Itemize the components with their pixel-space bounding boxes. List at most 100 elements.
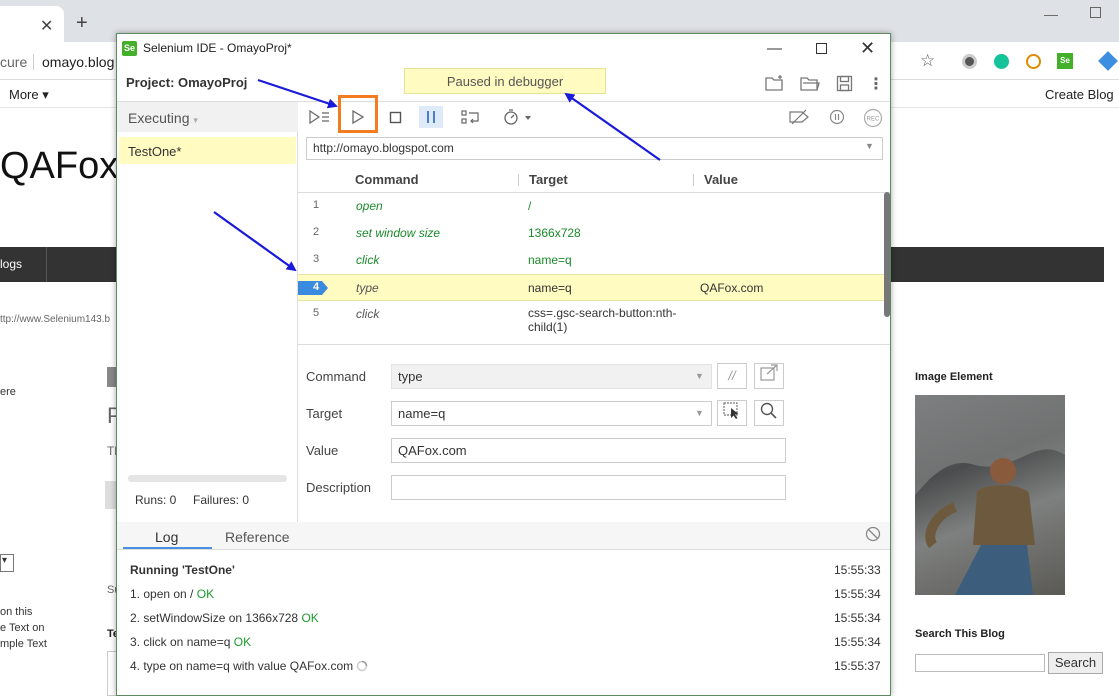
- table-row[interactable]: 5 click css=.gsc-search-button:nth- chil…: [298, 301, 886, 337]
- project-name[interactable]: Project: OmayoProj: [126, 75, 247, 90]
- chevron-down-icon[interactable]: ▼: [865, 141, 874, 151]
- search-icon: [760, 402, 777, 419]
- selenium-ide-window: Se Selenium IDE - OmayoProj* — ✕ Project…: [116, 33, 891, 696]
- log-entry-status: OK: [196, 587, 215, 601]
- pause-icon: [427, 111, 435, 123]
- grammarly-icon[interactable]: [994, 54, 1009, 69]
- chevron-down-icon: ▼: [695, 371, 704, 381]
- row-command: set window size: [356, 226, 441, 240]
- bookmark-star-icon[interactable]: ☆: [920, 51, 935, 71]
- clear-log-icon[interactable]: [865, 526, 881, 547]
- row-value: QAFox.com: [700, 281, 764, 295]
- log-timestamp: 15:55:34: [834, 587, 881, 601]
- ide-window-title: Selenium IDE - OmayoProj*: [143, 41, 292, 55]
- security-indicator[interactable]: cure: [0, 54, 27, 70]
- more-options-icon[interactable]: ⋮: [868, 74, 884, 94]
- photo-illustration: [915, 395, 1065, 595]
- blog-search-button[interactable]: Search: [1048, 652, 1103, 674]
- loading-spinner-icon: [357, 660, 368, 672]
- failures-count: Failures: 0: [193, 493, 250, 507]
- ide-maximize-icon[interactable]: [816, 43, 827, 54]
- nav-divider: [46, 247, 47, 282]
- speed-icon[interactable]: [503, 109, 533, 128]
- stop-icon[interactable]: [389, 111, 403, 128]
- log-entry-text: 1. open on /: [130, 587, 197, 601]
- column-header-command: Command: [355, 172, 419, 187]
- browser-tab[interactable]: [0, 6, 64, 42]
- table-row[interactable]: 1 open /: [298, 193, 886, 220]
- browser-minimize-icon[interactable]: —: [1044, 6, 1058, 22]
- selenium-extension-icon[interactable]: Se: [1057, 53, 1073, 69]
- table-row[interactable]: 3 click name=q: [298, 247, 886, 274]
- play-icon[interactable]: [350, 109, 366, 128]
- run-all-icon[interactable]: [309, 109, 331, 128]
- tab-reference[interactable]: Reference: [225, 529, 290, 545]
- command-table-scrollbar[interactable]: [884, 192, 890, 317]
- table-row[interactable]: 2 set window size 1366x728: [298, 220, 886, 247]
- select-target-button[interactable]: [717, 400, 747, 426]
- open-reference-button[interactable]: [754, 363, 784, 389]
- log-entry: 1. open on / OK: [130, 587, 214, 601]
- target-field-value: name=q: [398, 406, 446, 421]
- column-divider: [693, 174, 694, 186]
- create-blog-link[interactable]: Create Blog: [1045, 87, 1114, 102]
- page-url-text: ttp://www.Selenium143.b: [0, 314, 111, 325]
- search-blog-heading: Search This Blog: [915, 628, 1005, 640]
- more-menu[interactable]: More ▾: [9, 87, 49, 103]
- page-dropdown[interactable]: ▾: [0, 554, 14, 572]
- log-timestamp: 15:55:34: [834, 635, 881, 649]
- paused-status-banner: Paused in debugger: [404, 68, 606, 94]
- table-row-paused[interactable]: 4 type name=q QAFox.com: [298, 274, 886, 301]
- site-title: QAFox: [0, 145, 119, 187]
- new-tab-icon[interactable]: +: [76, 12, 88, 35]
- row-target: css=.gsc-search-button:nth-: [528, 306, 677, 320]
- page-text: ere: [0, 386, 16, 398]
- blog-search-input[interactable]: [915, 654, 1045, 672]
- selenium-logo-icon: Se: [122, 41, 137, 56]
- tab-log[interactable]: Log: [155, 529, 178, 545]
- target-field[interactable]: name=q: [391, 401, 712, 426]
- screenshot: ✕ + — cure omayo.blog ☆ Se More ▾ Create…: [0, 0, 1119, 696]
- row-target: 1366x728: [528, 226, 581, 240]
- value-field[interactable]: QAFox.com: [391, 438, 786, 463]
- record-icon[interactable]: REC: [863, 108, 883, 131]
- runs-count: Runs: 0: [135, 493, 177, 507]
- description-field[interactable]: [391, 475, 786, 500]
- find-target-button[interactable]: [754, 400, 784, 426]
- tab-close-icon[interactable]: ✕: [40, 16, 53, 36]
- new-project-icon[interactable]: [765, 74, 785, 96]
- profile-photo: [915, 395, 1065, 595]
- url-field[interactable]: omayo.blog: [42, 54, 114, 70]
- image-element-heading: Image Element: [915, 371, 993, 383]
- row-target: name=q: [528, 253, 572, 267]
- open-project-icon[interactable]: [800, 75, 820, 97]
- log-timestamp: 15:55:37: [834, 659, 881, 673]
- step-over-icon[interactable]: [461, 109, 481, 128]
- sidebar-mode-dropdown[interactable]: Executing ▾: [128, 110, 198, 126]
- nav-item-blogs[interactable]: logs: [0, 257, 22, 271]
- column-divider: [518, 174, 519, 186]
- ide-minimize-icon[interactable]: —: [767, 40, 782, 57]
- save-project-icon[interactable]: [836, 75, 854, 97]
- pause-on-exceptions-icon[interactable]: [829, 109, 845, 128]
- ide-close-icon[interactable]: ✕: [860, 38, 875, 59]
- extension-icon[interactable]: [962, 54, 977, 69]
- comment-toggle-button[interactable]: //: [717, 363, 747, 389]
- row-target: name=q: [528, 281, 572, 295]
- value-field-value: QAFox.com: [398, 443, 467, 458]
- log-entry: 2. setWindowSize on 1366x728 OK: [130, 611, 319, 625]
- extension-clock-icon[interactable]: [1026, 54, 1041, 69]
- browser-maximize-icon[interactable]: [1090, 7, 1101, 18]
- log-timestamp: 15:55:33: [834, 563, 881, 577]
- column-header-value: Value: [704, 172, 738, 187]
- command-field[interactable]: type: [391, 364, 712, 389]
- select-target-icon: [723, 402, 739, 419]
- chevron-down-icon: ▼: [695, 408, 704, 418]
- disable-breakpoints-icon[interactable]: [788, 109, 810, 128]
- row-command: click: [356, 253, 380, 267]
- row-target: /: [528, 199, 532, 213]
- value-label: Value: [306, 443, 339, 458]
- sidebar-mode-label: Executing: [128, 110, 190, 126]
- log-timestamp: 15:55:34: [834, 611, 881, 625]
- pause-button[interactable]: [419, 106, 443, 128]
